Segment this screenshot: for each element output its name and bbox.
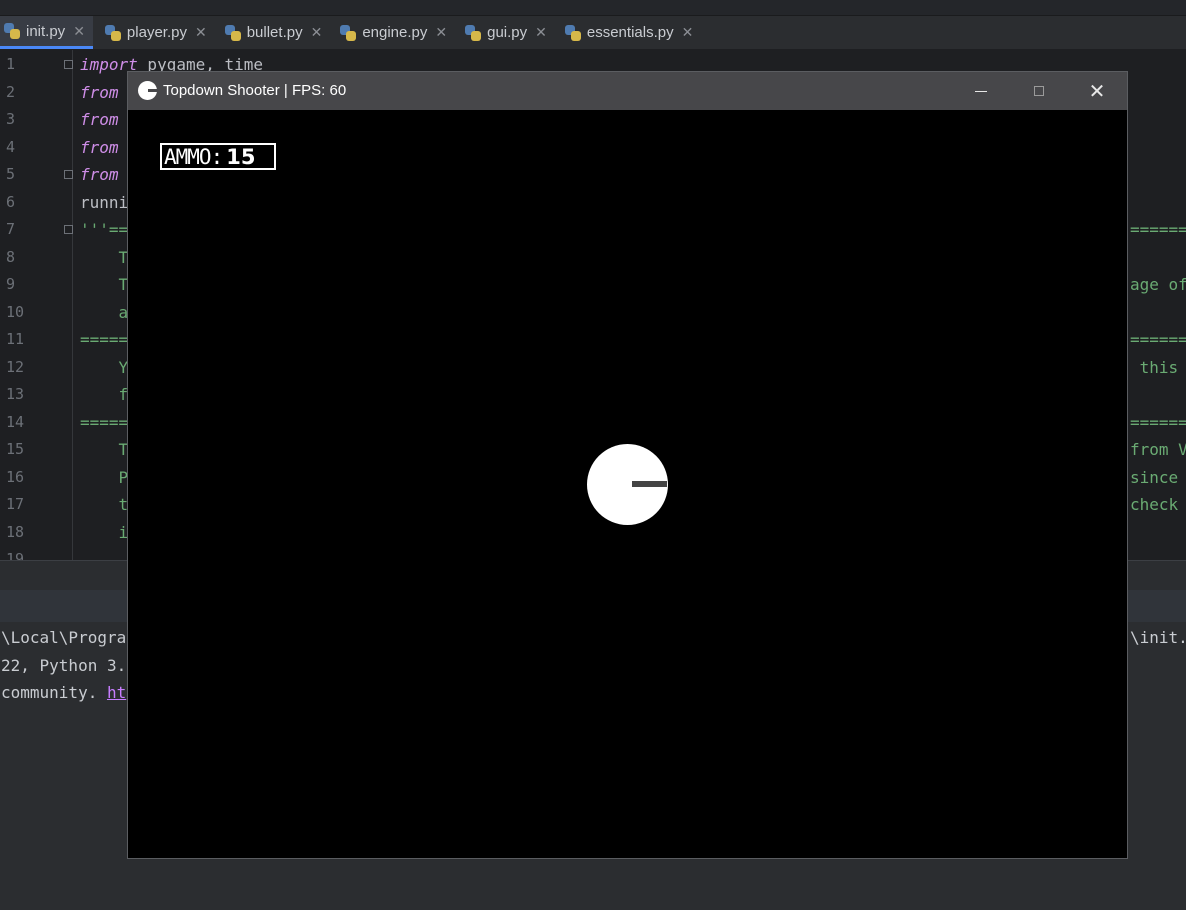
close-tab-icon[interactable]: ✕ (311, 24, 323, 41)
fold-icon[interactable] (64, 60, 73, 69)
editor-tab-bar: init.py ✕ player.py ✕ bullet.py ✕ engine… (0, 16, 1186, 50)
console-line-tail: \init. (1130, 628, 1186, 647)
console-line: \Local\Progra (1, 628, 127, 647)
pygame-app-icon (138, 81, 157, 100)
tab-gui-py[interactable]: gui.py ✕ (461, 16, 555, 49)
line-number: 12 (6, 358, 25, 376)
code-line: T (80, 248, 129, 267)
maximize-button[interactable] (1010, 72, 1068, 110)
code-line: from (80, 83, 119, 102)
player-sprite (587, 444, 668, 525)
line-number: 6 (6, 193, 16, 211)
line-number: 2 (6, 83, 16, 101)
code-line: ===== (80, 413, 129, 432)
code-line-tail: age of (1130, 275, 1186, 294)
line-number: 17 (6, 495, 25, 513)
python-file-icon (224, 24, 241, 41)
code-line: Y (80, 358, 129, 377)
line-number: 8 (6, 248, 16, 266)
close-tab-icon[interactable]: ✕ (435, 24, 447, 41)
line-number: 9 (6, 275, 16, 293)
code-line: T (80, 275, 129, 294)
line-number: 14 (6, 413, 25, 431)
console-line: 22, Python 3. (1, 656, 127, 675)
close-tab-icon[interactable]: ✕ (195, 24, 207, 41)
minimize-icon (975, 90, 987, 92)
game-window: Topdown Shooter | FPS: 60 ✕ AMMO: 15 (127, 71, 1128, 859)
python-file-icon (4, 23, 20, 39)
tab-label: bullet.py (246, 24, 303, 41)
fold-icon[interactable] (64, 225, 73, 234)
python-file-icon (465, 24, 482, 41)
tab-label: player.py (126, 24, 187, 41)
line-number: 19 (6, 550, 25, 560)
ide-toolbar-strip (0, 0, 1186, 16)
code-line: from (80, 165, 119, 184)
line-number: 11 (6, 330, 25, 348)
python-file-icon (104, 24, 121, 41)
close-tab-icon[interactable]: ✕ (73, 23, 85, 40)
line-number: 7 (6, 220, 16, 238)
line-number: 3 (6, 110, 16, 128)
close-tab-icon[interactable]: ✕ (682, 24, 694, 41)
game-canvas[interactable]: AMMO: 15 (128, 110, 1127, 858)
code-line: P (80, 468, 129, 487)
close-tab-icon[interactable]: ✕ (535, 24, 547, 41)
window-titlebar[interactable]: Topdown Shooter | FPS: 60 ✕ (128, 72, 1127, 110)
code-line-tail: ====== (1130, 220, 1186, 239)
code-line: from (80, 110, 119, 129)
close-button[interactable]: ✕ (1068, 72, 1126, 110)
line-number: 4 (6, 138, 16, 156)
code-line: T (80, 440, 129, 459)
line-number: 18 (6, 523, 25, 541)
code-line: ===== (80, 330, 129, 349)
line-number: 15 (6, 440, 25, 458)
tab-engine-py[interactable]: engine.py ✕ (336, 16, 455, 49)
code-line-tail: this (1130, 358, 1179, 377)
code-line: from (80, 138, 119, 157)
code-line: t (80, 495, 129, 514)
code-line: a (80, 303, 129, 322)
tab-essentials-py[interactable]: essentials.py ✕ (561, 16, 701, 49)
tab-player-py[interactable]: player.py ✕ (101, 16, 215, 49)
console-line: community. ht (1, 683, 127, 702)
tab-init-py[interactable]: init.py ✕ (0, 16, 93, 49)
code-line-tail: check (1130, 495, 1179, 514)
console-link[interactable]: ht (107, 683, 126, 702)
code-line-tail: ====== (1130, 413, 1186, 432)
line-number-gutter: 1 2 3 4 5 6 7 8 9 10 11 12 13 14 15 16 1… (0, 50, 73, 560)
tab-label: essentials.py (586, 24, 674, 41)
ammo-label: AMMO: (164, 144, 223, 169)
fold-icon[interactable] (64, 170, 73, 179)
ammo-counter: AMMO: 15 (160, 143, 276, 170)
code-line: '''== (80, 220, 129, 239)
tab-label: engine.py (362, 24, 428, 41)
line-number: 10 (6, 303, 25, 321)
code-line: i (80, 523, 129, 542)
python-file-icon (564, 24, 581, 41)
python-file-icon (340, 24, 357, 41)
tab-bullet-py[interactable]: bullet.py ✕ (221, 16, 331, 49)
tab-label: init.py (26, 22, 66, 40)
line-number: 16 (6, 468, 25, 486)
ammo-value: 15 (226, 144, 256, 169)
line-number: 13 (6, 385, 25, 403)
code-line-tail: ====== (1130, 330, 1186, 349)
minimize-button[interactable] (952, 72, 1010, 110)
window-title: Topdown Shooter | FPS: 60 (163, 82, 347, 99)
line-number: 5 (6, 165, 16, 183)
code-line-tail: from V (1130, 440, 1186, 459)
player-gun (632, 481, 667, 487)
tab-label: gui.py (487, 24, 528, 41)
code-line-tail: since (1130, 468, 1179, 487)
line-number: 1 (6, 55, 16, 73)
maximize-icon (1034, 86, 1044, 96)
close-icon: ✕ (1088, 79, 1106, 103)
code-line: f (80, 385, 129, 404)
code-line: runni (80, 193, 129, 212)
